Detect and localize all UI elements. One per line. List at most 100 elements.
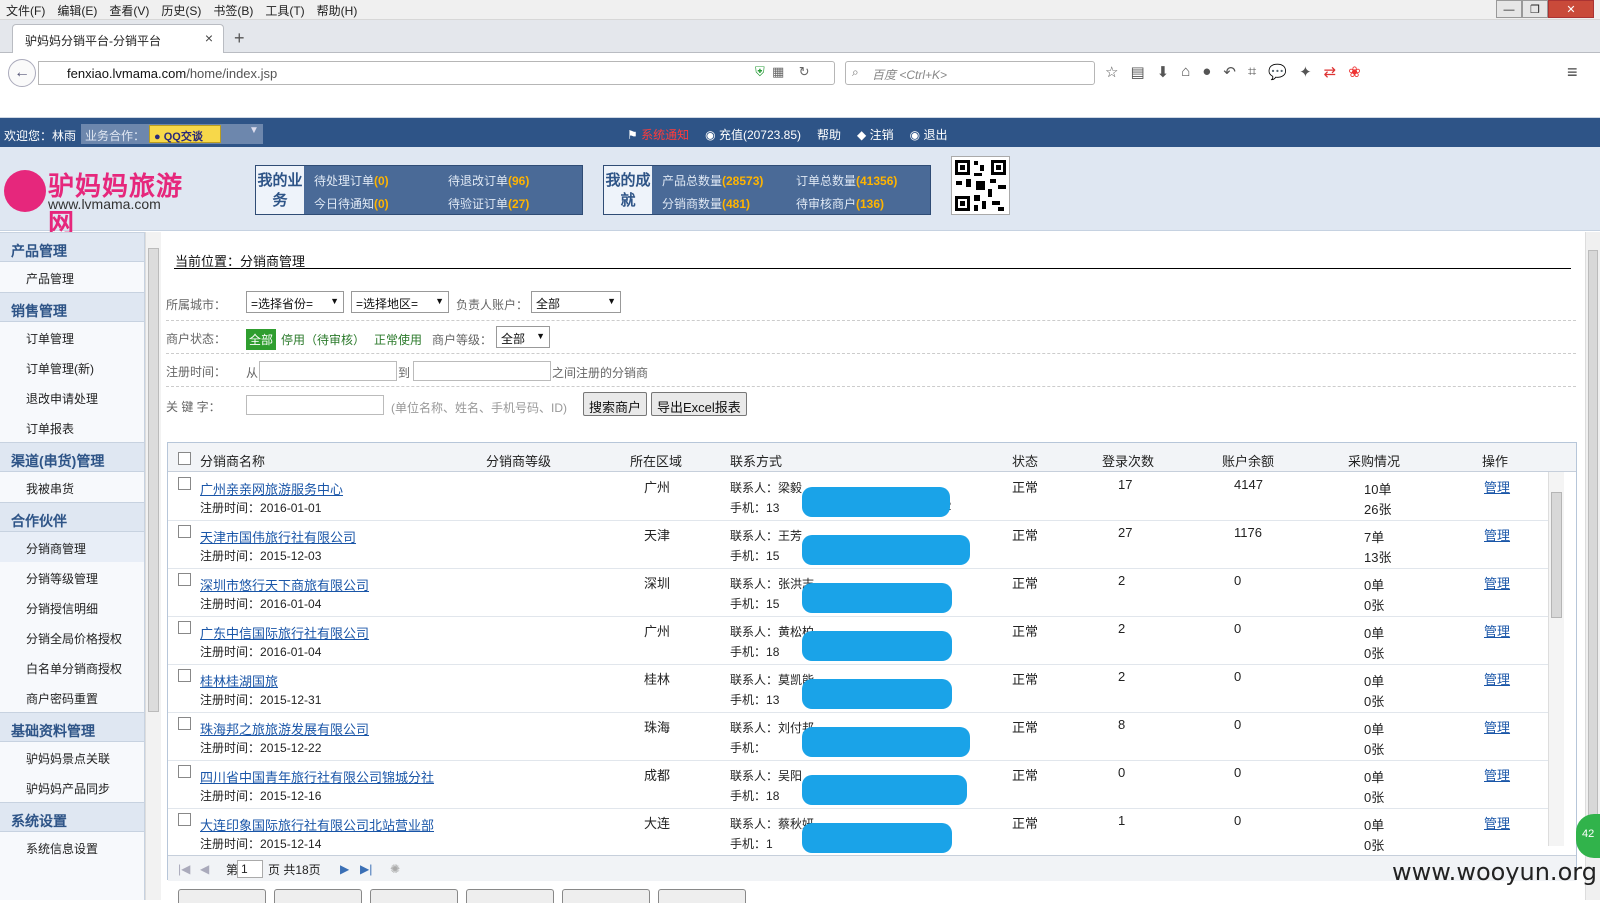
manage-link[interactable]: 管理 [1484, 477, 1510, 496]
sidebar-item-refund[interactable]: 退改申请处理 [0, 382, 144, 412]
chat-icon[interactable]: ● [1202, 63, 1211, 81]
sidebar-group-product[interactable]: 产品管理 [0, 232, 144, 262]
main-scroll-thumb[interactable] [1588, 250, 1598, 816]
refresh-icon[interactable]: ✺ [390, 862, 400, 876]
first-page-icon[interactable]: |◀ [178, 862, 190, 876]
action-button-4[interactable] [466, 889, 554, 903]
select-all-checkbox[interactable] [178, 452, 191, 465]
reader-icon[interactable]: ▤ [1130, 63, 1144, 81]
reg-start-input[interactable] [259, 361, 397, 381]
sidebar-item-distributor-manage[interactable]: 分销商管理 [0, 532, 144, 562]
next-page-icon[interactable]: ▶ [340, 862, 349, 876]
download-icon[interactable]: ⬇ [1157, 63, 1170, 81]
sidebar-item-global-price[interactable]: 分销全局价格授权 [0, 622, 144, 652]
manage-link[interactable]: 管理 [1484, 717, 1510, 736]
reload-icon[interactable]: ↻ [799, 64, 810, 79]
sidebar-item-cross-sold[interactable]: 我被串货 [0, 472, 144, 502]
row-checkbox[interactable] [178, 717, 191, 730]
manage-link[interactable]: 管理 [1484, 813, 1510, 832]
audit-merchants[interactable]: 待审核商户(136) [796, 195, 884, 212]
home-icon[interactable]: ⌂ [1181, 63, 1190, 81]
tab-close-icon[interactable]: × [205, 30, 213, 46]
sidebar-group-sales[interactable]: 销售管理 [0, 292, 144, 322]
menu-edit[interactable]: 编辑(E) [51, 0, 103, 21]
sidebar-item-whitelist[interactable]: 白名单分销商授权 [0, 652, 144, 682]
chevron-down-icon[interactable]: ▼ [245, 125, 263, 143]
sidebar-item-credit-detail[interactable]: 分销授信明细 [0, 592, 144, 622]
today-notify[interactable]: 今日待通知(0) [314, 195, 389, 212]
search-input[interactable]: ⌕ 百度 <Ctrl+K> [845, 61, 1095, 85]
owner-select[interactable]: 全部 ▼ [531, 291, 621, 313]
distributor-name-link[interactable]: 深圳市悠行天下商旅有限公司 [200, 575, 369, 594]
action-button-6[interactable] [658, 889, 746, 903]
distributor-name-link[interactable]: 广东中信国际旅行社有限公司 [200, 623, 369, 642]
sidebar-scroll-thumb[interactable] [148, 248, 159, 712]
row-checkbox[interactable] [178, 573, 191, 586]
minimize-icon[interactable]: — [1496, 0, 1522, 18]
cert-orders[interactable]: 待验证订单(27) [448, 195, 529, 212]
action-button-5[interactable] [562, 889, 650, 903]
hamburger-menu-icon[interactable]: ≡ [1567, 62, 1578, 83]
grade-select[interactable]: 全部 ▼ [496, 326, 550, 348]
page-input[interactable]: 1 [237, 860, 263, 878]
plugin-icon[interactable]: ❀ [1348, 63, 1361, 81]
qrcode-icon[interactable]: ▦ [772, 64, 784, 79]
distributor-name-link[interactable]: 天津市国伟旅行社有限公司 [200, 527, 356, 546]
comment-icon[interactable]: 💬 [1268, 63, 1287, 81]
row-checkbox[interactable] [178, 813, 191, 826]
sidebar-item-system-info[interactable]: 系统信息设置 [0, 832, 144, 862]
row-checkbox[interactable] [178, 477, 191, 490]
new-tab-icon[interactable]: + [234, 28, 245, 49]
total-orders[interactable]: 订单总数量(41356) [796, 172, 897, 189]
sidebar-group-basic-data[interactable]: 基础资料管理 [0, 712, 144, 742]
qq-chat-button[interactable]: ● QQ交谈 [149, 125, 221, 143]
sidebar-item-distributor-grade[interactable]: 分销等级管理 [0, 562, 144, 592]
pending-orders[interactable]: 待处理订单(0) [314, 172, 389, 189]
floating-badge[interactable]: 42 [1576, 814, 1600, 858]
site-logo[interactable]: 驴妈妈旅游网 www.lvmama.com [4, 166, 200, 239]
bookmark-star-icon[interactable]: ☆ [1105, 63, 1118, 81]
status-paused-link[interactable]: 停用（待审核） [281, 331, 365, 348]
sidebar-item-order-report[interactable]: 订单报表 [0, 412, 144, 442]
menu-bookmarks[interactable]: 书签(B) [207, 0, 259, 21]
export-excel-button[interactable]: 导出Excel报表 [651, 392, 747, 416]
menu-view[interactable]: 查看(V) [103, 0, 155, 21]
sidebar-item-orders-new[interactable]: 订单管理(新) [0, 352, 144, 382]
distributor-name-link[interactable]: 广州亲亲网旅游服务中心 [200, 479, 343, 498]
restore-icon[interactable]: ❐ [1522, 0, 1548, 18]
action-button-2[interactable] [274, 889, 362, 903]
nav-help[interactable]: 帮助 [817, 126, 841, 143]
main-scrollbar[interactable] [1585, 232, 1600, 900]
extension-icon[interactable]: ✦ [1299, 63, 1312, 81]
distributor-name-link[interactable]: 桂林桂湖国旅 [200, 671, 278, 690]
nav-exit[interactable]: ◉ 退出 [910, 126, 948, 143]
manage-link[interactable]: 管理 [1484, 525, 1510, 544]
distributor-name-link[interactable]: 四川省中国青年旅行社有限公司锦城分社 [200, 767, 434, 786]
action-button-3[interactable] [370, 889, 458, 903]
table-scrollbar[interactable] [1548, 472, 1564, 846]
row-checkbox[interactable] [178, 525, 191, 538]
sidebar-group-channel[interactable]: 渠道(串货)管理 [0, 442, 144, 472]
sidebar-item-password-reset[interactable]: 商户密码重置 [0, 682, 144, 712]
distributor-name-link[interactable]: 大连印象国际旅行社有限公司北站营业部 [200, 815, 434, 834]
close-window-icon[interactable]: ✕ [1548, 0, 1594, 18]
nav-logout[interactable]: ◆ 注销 [857, 126, 894, 143]
status-all-button[interactable]: 全部 [246, 329, 277, 350]
manage-link[interactable]: 管理 [1484, 669, 1510, 688]
back-arrow-icon[interactable]: ← [8, 59, 36, 87]
sidebar-item-scenic-link[interactable]: 驴妈妈景点关联 [0, 742, 144, 772]
search-merchant-button[interactable]: 搜索商户 [583, 392, 648, 416]
sidebar-group-system[interactable]: 系统设置 [0, 802, 144, 832]
action-button-1[interactable] [178, 889, 266, 903]
total-products[interactable]: 产品总数量(28573) [662, 172, 763, 189]
manage-link[interactable]: 管理 [1484, 621, 1510, 640]
url-input[interactable]: fenxiao.lvmama.com/home/index.jsp [38, 61, 835, 85]
distributor-count[interactable]: 分销商数量(481) [662, 195, 750, 212]
region-select[interactable]: =选择地区= ▼ [351, 291, 449, 313]
distributor-name-link[interactable]: 珠海邦之旅旅游发展有限公司 [200, 719, 369, 738]
browser-tab[interactable]: 驴妈妈分销平台-分销平台 × [12, 24, 224, 54]
menu-help[interactable]: 帮助(H) [311, 0, 364, 21]
nav-notice[interactable]: ⚑ 系统通知 [627, 126, 689, 143]
undo-icon[interactable]: ↶ [1223, 63, 1236, 81]
menu-tools[interactable]: 工具(T) [259, 0, 310, 21]
